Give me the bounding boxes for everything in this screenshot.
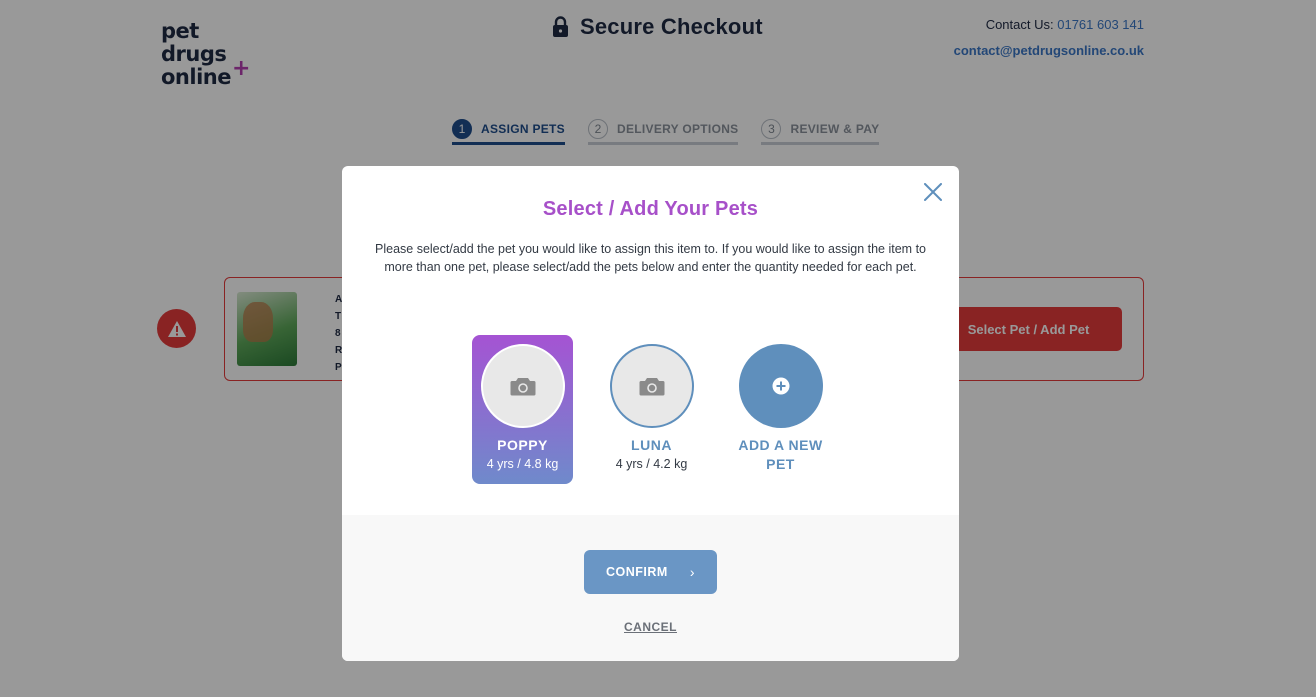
pet-name: LUNA [631,437,672,453]
add-pet-label: ADD A NEW PET [730,436,831,474]
confirm-label: CONFIRM [606,565,668,579]
plus-circle-icon [772,377,790,395]
pet-card-luna[interactable]: LUNA 4 yrs / 4.2 kg [601,335,702,484]
pet-card-poppy[interactable]: POPPY 4 yrs / 4.8 kg [472,335,573,484]
camera-icon [639,378,665,396]
select-pets-modal: Select / Add Your Pets Please select/add… [342,166,959,661]
cancel-link[interactable]: CANCEL [342,620,959,634]
confirm-button[interactable]: CONFIRM › [584,550,717,594]
add-pet-label-line: PET [766,456,795,472]
pet-avatar [481,344,565,428]
pet-list: POPPY 4 yrs / 4.8 kg LUNA 4 yrs / 4.2 kg [472,335,831,484]
pet-meta: 4 yrs / 4.2 kg [615,457,688,471]
camera-icon [510,378,536,396]
pet-avatar [610,344,694,428]
pet-name: POPPY [497,437,548,453]
add-new-pet-button[interactable]: ADD A NEW PET [730,335,831,484]
add-pet-circle [739,344,823,428]
modal-title: Select / Add Your Pets [542,198,759,220]
modal-description: Please select/add the pet you would like… [375,242,926,274]
add-pet-label-line: ADD A NEW [738,437,823,453]
modal-footer: CONFIRM › CANCEL [342,515,959,661]
pet-meta: 4 yrs / 4.8 kg [486,457,559,471]
chevron-right-icon: › [689,564,695,580]
